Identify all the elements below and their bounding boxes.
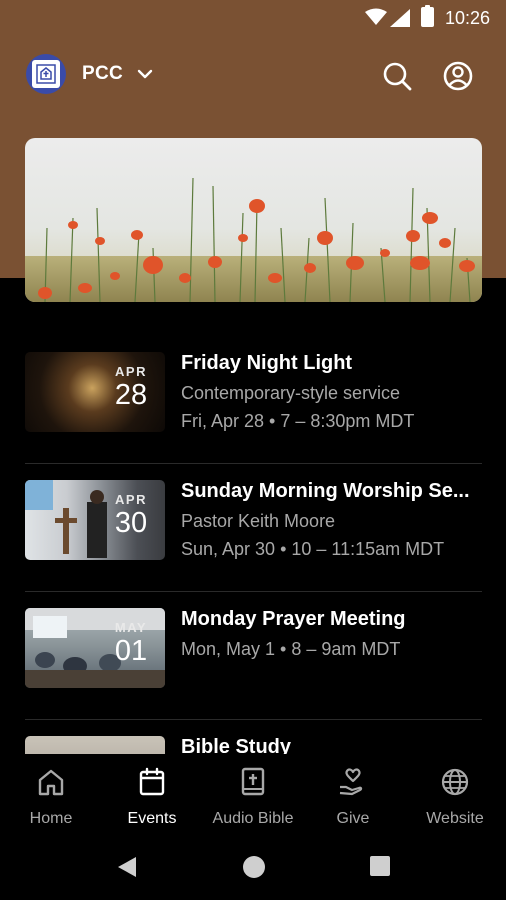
event-date-badge: APR 28 <box>111 364 151 411</box>
globe-icon <box>441 768 469 796</box>
nav-give[interactable]: Give <box>303 766 403 828</box>
event-month: APR <box>115 364 147 379</box>
event-month: MAY <box>114 620 148 635</box>
banner-image[interactable] <box>25 138 482 302</box>
event-month: APR <box>115 492 147 507</box>
status-bar: 10:26 <box>0 0 506 36</box>
wifi-icon <box>365 8 387 25</box>
event-item[interactable]: APR 30 Sunday Morning Worship Se... Past… <box>25 464 482 592</box>
event-title: Monday Prayer Meeting <box>181 608 406 630</box>
event-datetime: Sun, Apr 30 • 10 – 11:15am MDT <box>181 539 445 559</box>
recents-icon[interactable] <box>370 856 390 876</box>
bible-icon <box>241 767 265 796</box>
event-title: Sunday Morning Worship Se... <box>181 480 470 502</box>
org-switcher-label[interactable]: PCC <box>82 63 123 85</box>
event-day: 30 <box>114 507 148 539</box>
event-thumbnail: MAY 01 <box>25 608 165 688</box>
bottom-navigation: Home Events Audio Bible Give Website <box>0 754 506 840</box>
nav-give-label: Give <box>336 810 370 827</box>
nav-home-label: Home <box>29 810 73 827</box>
event-thumbnail: APR 28 <box>25 352 165 432</box>
give-heart-hand-icon <box>339 768 363 796</box>
home-button-icon[interactable] <box>243 856 265 878</box>
nav-events-label: Events <box>127 810 177 827</box>
event-title: Friday Night Light <box>181 352 353 374</box>
event-item[interactable]: MAY 01 Monday Prayer Meeting Mon, May 1 … <box>25 592 482 720</box>
nav-home[interactable]: Home <box>1 766 101 828</box>
back-icon[interactable] <box>116 855 138 879</box>
event-subtitle: Contemporary-style service <box>181 383 401 403</box>
battery-icon <box>421 5 434 27</box>
event-date-badge: APR 30 <box>111 492 151 539</box>
event-date-badge: MAY 01 <box>111 620 151 667</box>
chevron-down-icon[interactable] <box>137 64 153 84</box>
nav-website-label: Website <box>426 810 484 827</box>
status-time: 10:26 <box>445 8 491 28</box>
poppy-field-image <box>25 138 482 302</box>
event-thumbnail: APR 30 <box>25 480 165 560</box>
nav-audio-bible-label: Audio Bible <box>212 810 294 827</box>
event-datetime: Mon, May 1 • 8 – 9am MDT <box>181 639 401 659</box>
event-item[interactable]: Bible Study <box>25 720 482 754</box>
church-emblem-icon <box>36 64 56 84</box>
system-navigation-bar <box>0 840 506 900</box>
nav-events[interactable]: Events <box>102 766 202 828</box>
event-thumbnail <box>25 736 165 754</box>
signal-icon <box>390 9 410 27</box>
calendar-icon <box>139 767 165 796</box>
nav-website[interactable]: Website <box>405 766 505 828</box>
search-icon[interactable] <box>379 58 415 94</box>
account-icon[interactable] <box>440 58 476 94</box>
nav-audio-bible[interactable]: Audio Bible <box>203 766 303 828</box>
home-icon <box>38 769 64 796</box>
app-header: PCC <box>0 50 506 100</box>
church-logo[interactable] <box>26 54 66 94</box>
events-list: APR 28 Friday Night Light Contemporary-s… <box>25 336 482 754</box>
event-title: Bible Study <box>181 736 292 754</box>
event-day: 28 <box>114 379 148 411</box>
event-day: 01 <box>114 635 148 667</box>
event-subtitle: Pastor Keith Moore <box>181 511 336 531</box>
event-item[interactable]: APR 28 Friday Night Light Contemporary-s… <box>25 336 482 464</box>
event-datetime: Fri, Apr 28 • 7 – 8:30pm MDT <box>181 411 415 431</box>
